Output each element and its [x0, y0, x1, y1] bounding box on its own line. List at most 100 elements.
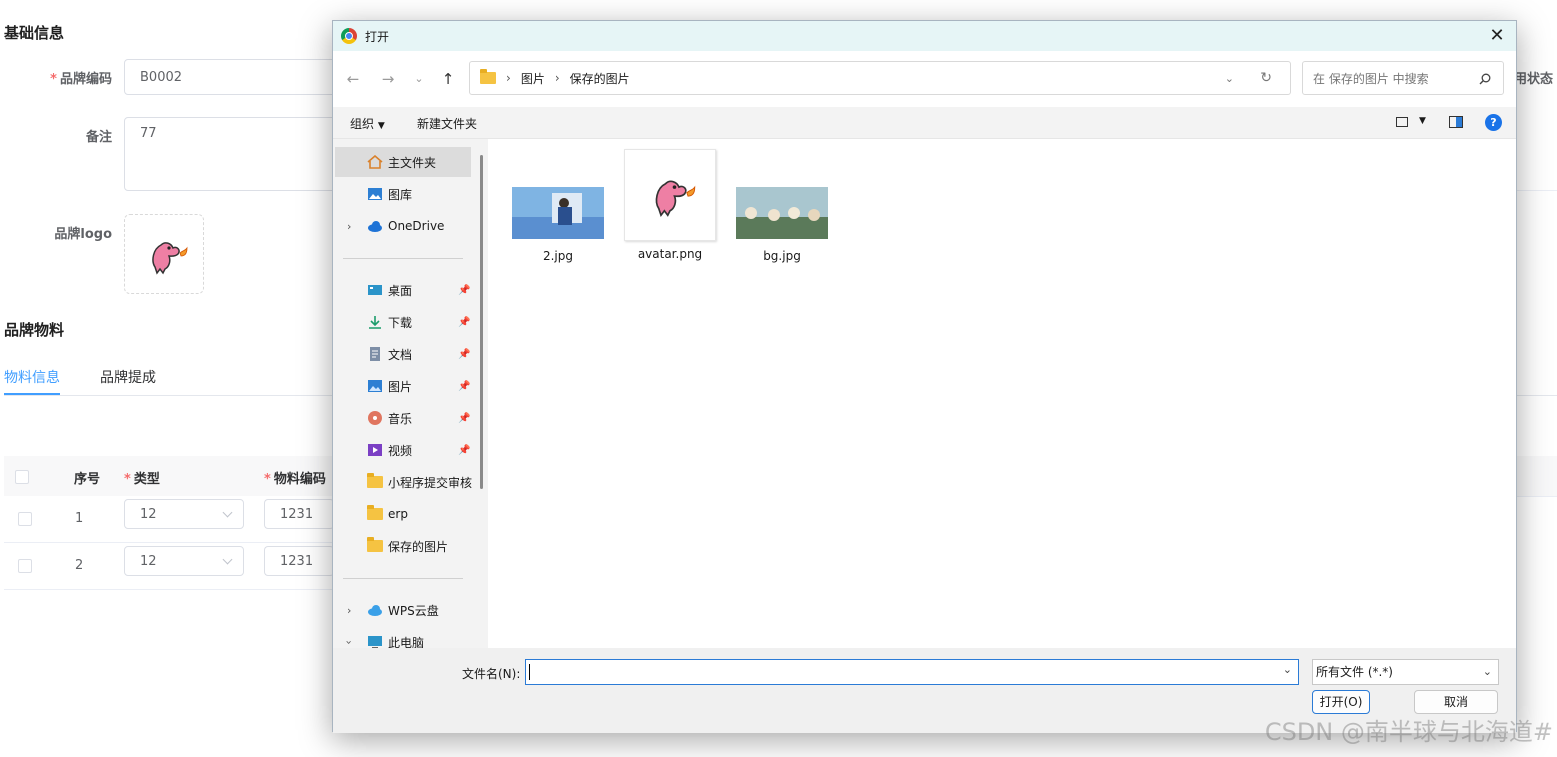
photo-thumbnail	[736, 187, 828, 239]
remark-label: 备注	[85, 130, 112, 145]
logo-upload[interactable]	[124, 214, 204, 294]
new-folder-button[interactable]: 新建文件夹	[417, 115, 477, 132]
sidebar-item-label: 桌面	[388, 283, 413, 298]
pin-icon[interactable]: 📌	[458, 413, 470, 424]
open-button[interactable]: 打开(O)	[1312, 690, 1370, 714]
pin-icon[interactable]: 📌	[458, 285, 470, 296]
type-select[interactable]: 12	[124, 499, 244, 529]
sidebar-item-music[interactable]: 音乐 📌	[335, 403, 471, 433]
sidebar-scrollbar[interactable]	[480, 155, 483, 489]
chevron-down-icon[interactable]: ⌄	[1283, 663, 1292, 676]
filetype-select[interactable]: 所有文件 (*.*) ⌄	[1312, 659, 1499, 685]
pin-icon[interactable]: 📌	[458, 349, 470, 360]
type-select[interactable]: 12	[124, 546, 244, 576]
row-checkbox[interactable]	[18, 512, 32, 526]
cloud-icon	[368, 221, 382, 232]
chevron-down-icon	[222, 554, 233, 565]
back-arrow-icon[interactable]: ←	[343, 70, 363, 88]
breadcrumb-separator: ›	[554, 71, 560, 85]
type-select-value: 12	[140, 506, 157, 522]
refresh-icon[interactable]: ↻	[1260, 70, 1272, 86]
chevron-right-icon[interactable]: ›	[347, 604, 351, 617]
breadcrumb-saved-pictures[interactable]: 保存的图片	[570, 70, 630, 87]
breadcrumb-separator: ›	[506, 71, 511, 85]
close-icon[interactable]: ✕	[1486, 25, 1508, 47]
address-bar[interactable]: › 图片 › 保存的图片 ⌄ ↻	[469, 61, 1291, 95]
material-code-input[interactable]: 1231	[264, 546, 334, 576]
tab-brand-commission[interactable]: 品牌提成	[100, 367, 156, 387]
brand-logo-label: 品牌logo	[54, 227, 112, 242]
chevron-down-icon[interactable]: ›	[343, 640, 356, 644]
pin-icon[interactable]: 📌	[458, 381, 470, 392]
file-item[interactable]: avatar.png	[622, 149, 718, 261]
filename-input[interactable]: ⌄	[525, 659, 1299, 685]
sidebar-item-saved-pictures[interactable]: 保存的图片	[335, 531, 471, 561]
sidebar-divider	[343, 258, 463, 259]
folder-icon	[367, 505, 383, 520]
recent-locations-icon[interactable]: ⌄	[409, 72, 429, 85]
sidebar-item-home[interactable]: 主文件夹	[335, 147, 471, 177]
file-item[interactable]: bg.jpg	[734, 187, 830, 263]
tab-material-info[interactable]: 物料信息	[4, 367, 60, 387]
select-all-checkbox[interactable]	[15, 470, 29, 484]
folder-icon	[367, 537, 383, 552]
help-icon[interactable]: ?	[1485, 114, 1502, 131]
search-placeholder: 在 保存的图片 中搜索	[1313, 71, 1429, 86]
row-divider	[4, 589, 332, 590]
dialog-title: 打开	[365, 29, 390, 44]
open-file-dialog: 打开 ✕ ← → ⌄ ↑ › 图片 › 保存的图片 ⌄ ↻ 在 保存的图片 中搜…	[332, 20, 1517, 733]
sidebar-item-videos[interactable]: 视频 📌	[335, 435, 471, 465]
navigation-pane: 主文件夹 图库 › OneDrive 桌面 📌 下载 📌 文档 📌 图片 📌 音…	[333, 139, 488, 648]
download-icon	[369, 316, 381, 329]
sidebar-item-gallery[interactable]: 图库	[335, 179, 471, 209]
sidebar-item-label: 下载	[388, 315, 413, 330]
chevron-down-icon[interactable]: ⌄	[1225, 72, 1234, 85]
status-label: 用状态	[1514, 72, 1554, 87]
sidebar-item-mini-program[interactable]: 小程序提交审核	[335, 467, 473, 497]
pin-icon[interactable]: 📌	[458, 445, 470, 456]
sidebar-item-erp[interactable]: erp	[335, 499, 471, 529]
sidebar-item-label: erp	[388, 507, 408, 521]
photo-thumbnail	[512, 187, 604, 239]
pin-icon[interactable]: 📌	[458, 317, 470, 328]
up-arrow-icon[interactable]: ↑	[438, 70, 458, 88]
picture-icon	[368, 380, 382, 392]
forward-arrow-icon[interactable]: →	[378, 70, 398, 88]
document-icon	[370, 347, 380, 361]
type-select-value: 12	[140, 553, 157, 569]
sidebar-item-wps[interactable]: › WPS云盘	[335, 595, 471, 625]
row-checkbox[interactable]	[18, 559, 32, 573]
divider	[1516, 190, 1557, 191]
row-index: 2	[75, 558, 84, 573]
folder-icon	[367, 473, 383, 488]
dinosaur-image	[655, 180, 696, 218]
sidebar-item-downloads[interactable]: 下载 📌	[335, 307, 471, 337]
remark-textarea[interactable]: 77	[124, 117, 344, 191]
sidebar-item-label: 视频	[388, 443, 413, 458]
material-code-input[interactable]: 1231	[264, 499, 334, 529]
organize-label: 组织	[350, 117, 375, 131]
csdn-watermark: CSDN @南半球与北海道#	[1264, 718, 1553, 746]
cancel-button[interactable]: 取消	[1414, 690, 1498, 714]
chevron-right-icon[interactable]: ›	[347, 220, 351, 233]
sidebar-item-this-pc[interactable]: › 此电脑	[335, 627, 471, 648]
view-icon[interactable]	[1396, 117, 1408, 127]
music-icon	[368, 411, 382, 425]
dialog-titlebar: 打开 ✕	[333, 21, 1516, 51]
sidebar-item-documents[interactable]: 文档 📌	[335, 339, 471, 369]
search-box[interactable]: 在 保存的图片 中搜索	[1302, 61, 1504, 95]
sidebar-item-pictures[interactable]: 图片 📌	[335, 371, 471, 401]
sidebar-item-label: 小程序提交审核	[388, 475, 473, 490]
brand-code-label: * 品牌编码	[50, 72, 112, 87]
breadcrumb-pictures[interactable]: 图片	[521, 70, 545, 87]
file-item[interactable]: 2.jpg	[510, 187, 606, 263]
filename-label: 文件名(N):	[462, 667, 521, 681]
brand-code-input[interactable]: B0002	[124, 59, 344, 95]
sidebar-item-label: 此电脑	[388, 635, 425, 649]
row-divider	[1516, 496, 1557, 497]
sidebar-item-onedrive[interactable]: › OneDrive	[335, 211, 471, 241]
preview-pane-icon[interactable]	[1449, 116, 1463, 128]
organize-menu[interactable]: 组织 ▼	[350, 115, 385, 132]
caret-down-icon[interactable]: ▼	[1419, 116, 1426, 126]
sidebar-item-desktop[interactable]: 桌面 📌	[335, 275, 471, 305]
